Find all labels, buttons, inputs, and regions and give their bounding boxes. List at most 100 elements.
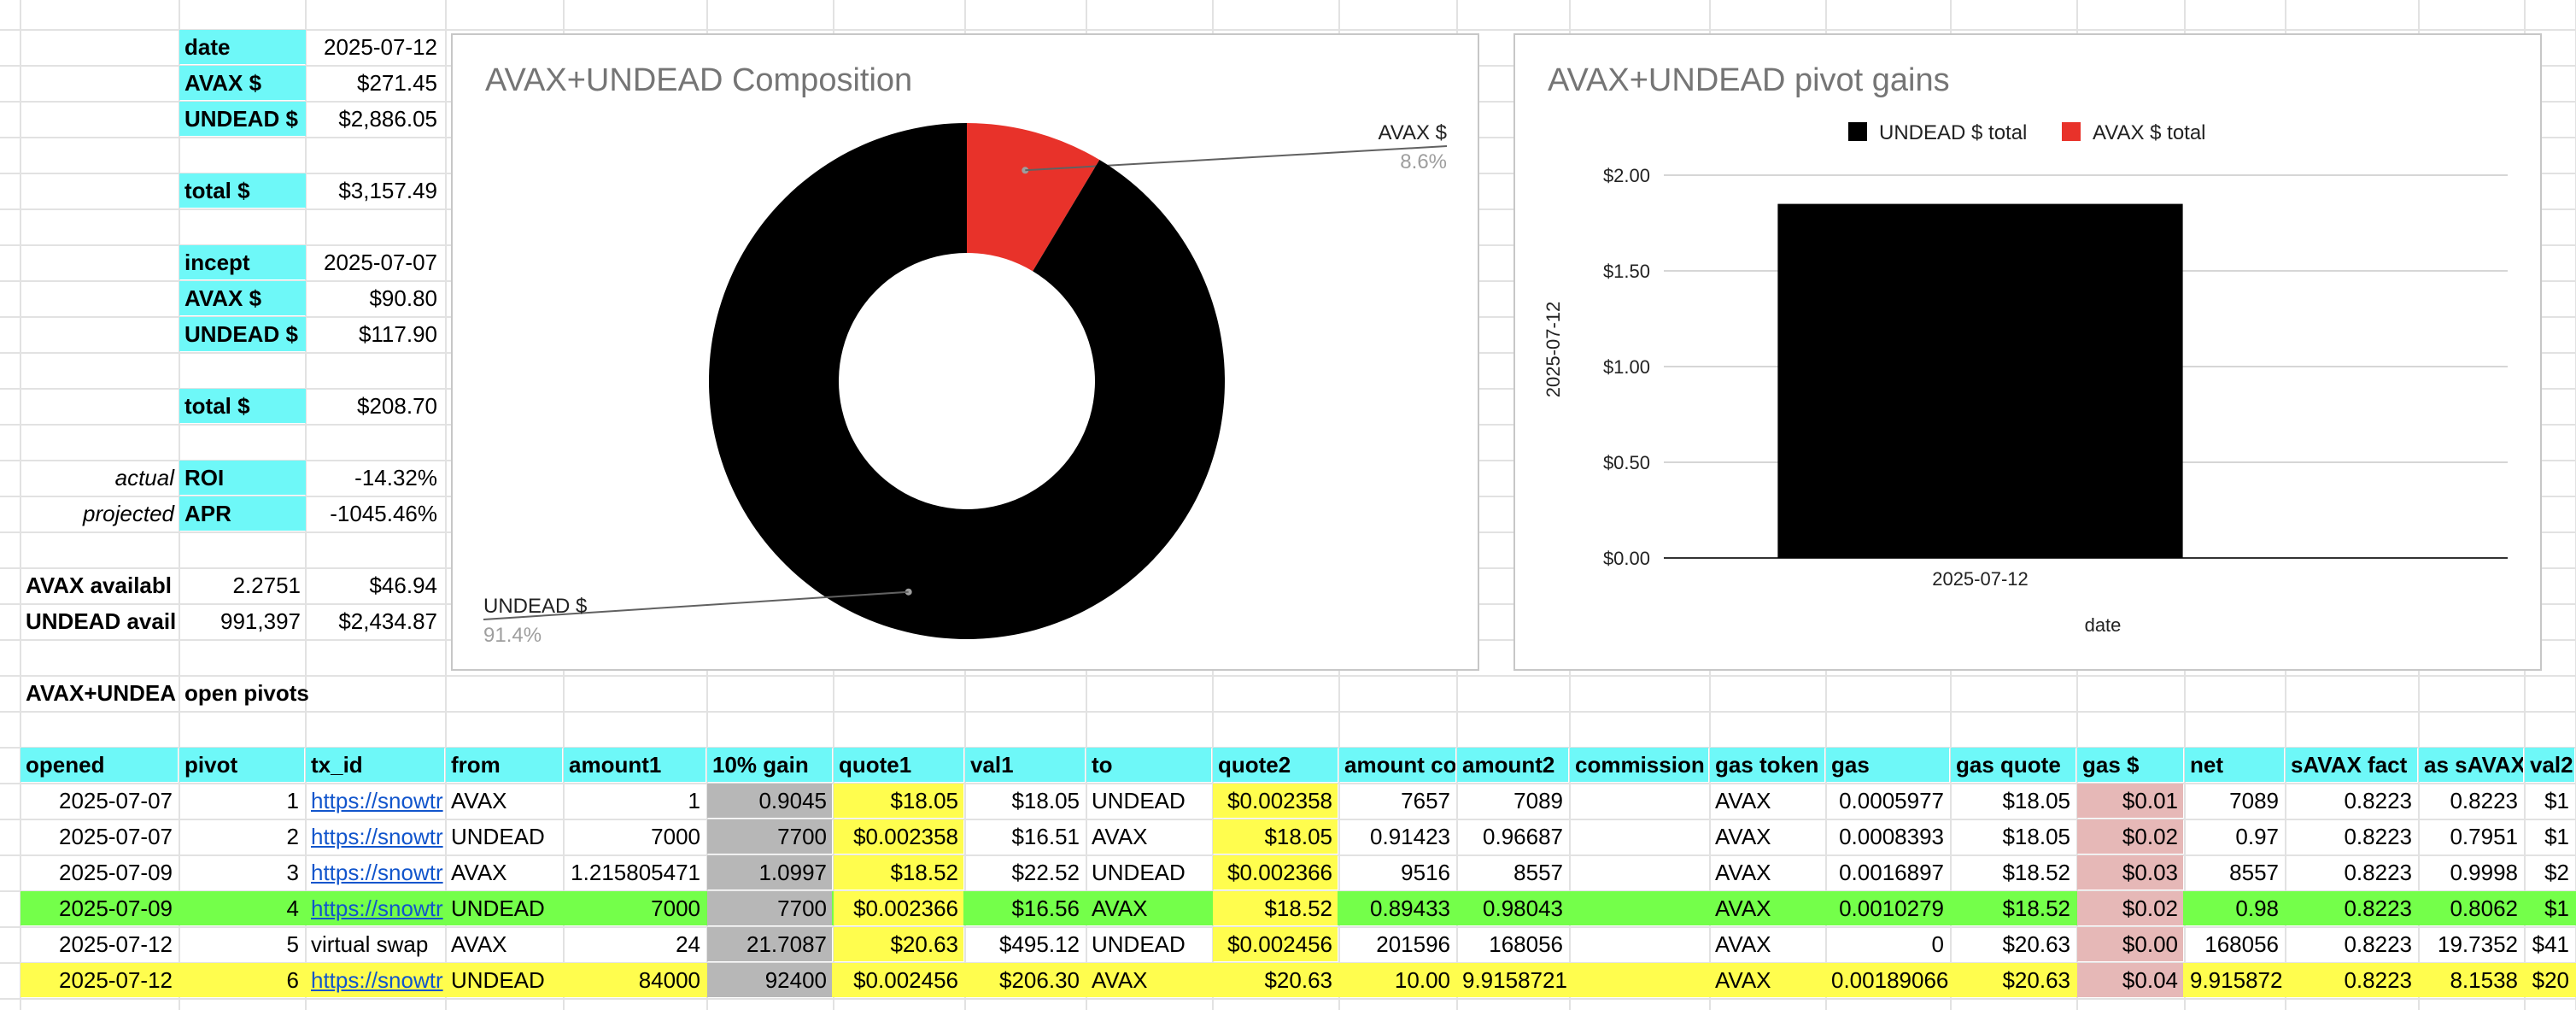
table-cell[interactable]: 7000 [564,891,705,925]
table-cell[interactable]: 3 [179,855,304,890]
table-cell[interactable]: 7089 [2185,784,2284,818]
table-cell[interactable]: 1.215805471 [564,855,705,890]
table-cell[interactable]: 2025-07-12 [20,963,178,997]
table-header-cell[interactable]: from [446,748,562,782]
table-cell[interactable]: $2 [2525,855,2574,890]
table-cell[interactable]: 84000 [564,963,705,997]
table-cell[interactable]: $0.002358 [834,819,963,854]
table-cell[interactable]: 0.98043 [1457,891,1568,925]
table-cell[interactable]: UNDEAD [446,891,562,925]
table-cell[interactable]: 0.0005977 [1826,784,1949,818]
table-cell[interactable]: 0.8223 [2286,891,2417,925]
table-cell[interactable]: 168056 [1457,927,1568,961]
table-cell[interactable]: 0.0010279 [1826,891,1949,925]
table-cell[interactable]: $20.63 [1951,963,2075,997]
table-cell[interactable]: 7700 [707,819,832,854]
table-cell[interactable]: $20.63 [1213,963,1338,997]
table-cell[interactable]: $18.05 [1951,819,2075,854]
table-cell[interactable]: $0.00 [2077,927,2183,961]
table-cell[interactable]: $1 [2525,819,2574,854]
bar-undead-total[interactable] [1777,203,2183,558]
table-cell[interactable]: 8557 [2185,855,2284,890]
incept-label[interactable]: incept [179,245,306,279]
table-cell[interactable]: 24 [564,927,705,961]
table-header-cell[interactable]: amount2 [1457,748,1568,782]
total-value[interactable]: $3,157.49 [306,173,442,208]
table-cell[interactable]: 0.0008393 [1826,819,1949,854]
date-value[interactable]: 2025-07-12 [306,30,442,64]
tx-link-cell[interactable]: https://snowtr [306,855,444,890]
table-cell[interactable]: AVAX [446,855,562,890]
table-cell[interactable]: UNDEAD [1086,784,1211,818]
table-cell[interactable]: $20.63 [834,927,963,961]
table-cell[interactable]: 7000 [564,819,705,854]
table-cell[interactable]: 10.00 [1339,963,1455,997]
table-cell[interactable]: $20 [2525,963,2574,997]
undead-available-value[interactable]: $2,434.87 [306,604,442,638]
table-cell[interactable]: $20.63 [1951,927,2075,961]
table-cell[interactable]: 0.00189066 [1826,963,1949,997]
table-cell[interactable]: 9516 [1339,855,1455,890]
pivot-gains-chart[interactable]: AVAX+UNDEAD pivot gains UNDEAD $ total AV… [1513,33,2542,671]
table-cell[interactable]: 0.0016897 [1826,855,1949,890]
table-header-cell[interactable]: val1 [965,748,1085,782]
table-header-cell[interactable]: pivot [179,748,304,782]
table-cell[interactable]: 7657 [1339,784,1455,818]
table-cell[interactable]: AVAX [1710,927,1824,961]
table-cell[interactable]: UNDEAD [446,819,562,854]
table-cell[interactable]: 1 [564,784,705,818]
table-cell[interactable]: $0.02 [2077,891,2183,925]
table-cell[interactable]: 19.7352 [2419,927,2523,961]
table-header-cell[interactable]: 10% gain [707,748,832,782]
table-cell[interactable]: 92400 [707,963,832,997]
tx-link-cell[interactable]: https://snowtr [306,784,444,818]
undead-value[interactable]: $2,886.05 [306,102,442,136]
tx-link-cell[interactable]: https://snowtr [306,963,444,997]
undead-available-amount[interactable]: 991,397 [179,604,306,638]
table-cell[interactable]: 6 [179,963,304,997]
table-cell[interactable]: 21.7087 [707,927,832,961]
table-cell[interactable]: $495.12 [965,927,1085,961]
table-cell[interactable]: $18.05 [1213,819,1338,854]
table-cell[interactable]: UNDEAD [1086,927,1211,961]
table-cell[interactable]: 0.7951 [2419,819,2523,854]
incept-avax-value[interactable]: $90.80 [306,281,442,315]
table-cell[interactable]: UNDEAD [1086,855,1211,890]
table-header-cell[interactable]: gas token [1710,748,1824,782]
table-header-cell[interactable]: opened [20,748,178,782]
table-header-cell[interactable]: commission [1570,748,1708,782]
table-cell[interactable]: 0.97 [2185,819,2284,854]
open-pivots-title-continued[interactable]: open pivots [179,676,401,710]
table-cell[interactable]: $18.52 [1951,855,2075,890]
roi-label[interactable]: ROI [179,461,306,495]
table-cell[interactable]: $18.52 [1213,891,1338,925]
table-cell[interactable]: 0.8223 [2286,819,2417,854]
table-cell[interactable]: $0.002456 [834,963,963,997]
tx-link-cell[interactable]: https://snowtr [306,891,444,925]
table-cell[interactable]: AVAX [1710,963,1824,997]
apr-prefix[interactable]: projected [17,496,179,531]
table-cell[interactable]: AVAX [446,784,562,818]
table-cell[interactable]: AVAX [446,927,562,961]
table-header-cell[interactable]: quote1 [834,748,963,782]
table-header-cell[interactable]: gas [1826,748,1949,782]
table-cell[interactable]: 9.915872 [2185,963,2284,997]
table-cell[interactable]: $0.01 [2077,784,2183,818]
table-cell[interactable] [1570,784,1708,818]
table-header-cell[interactable]: amount1 [564,748,705,782]
table-cell[interactable]: 9.9158721 [1457,963,1568,997]
table-cell[interactable]: $1 [2525,891,2574,925]
table-cell[interactable]: $18.05 [965,784,1085,818]
table-cell[interactable]: AVAX [1710,784,1824,818]
table-cell[interactable]: 0.8062 [2419,891,2523,925]
table-cell[interactable]: 4 [179,891,304,925]
apr-value[interactable]: -1045.46% [306,496,442,531]
table-cell[interactable]: AVAX [1710,891,1824,925]
table-cell[interactable] [1570,855,1708,890]
table-cell[interactable]: 2025-07-09 [20,855,178,890]
table-cell[interactable] [1570,963,1708,997]
table-cell[interactable]: 8.1538 [2419,963,2523,997]
incept-value[interactable]: 2025-07-07 [306,245,442,279]
table-cell[interactable]: 0.8223 [2286,927,2417,961]
incept-undead-label[interactable]: UNDEAD $ [179,317,306,351]
